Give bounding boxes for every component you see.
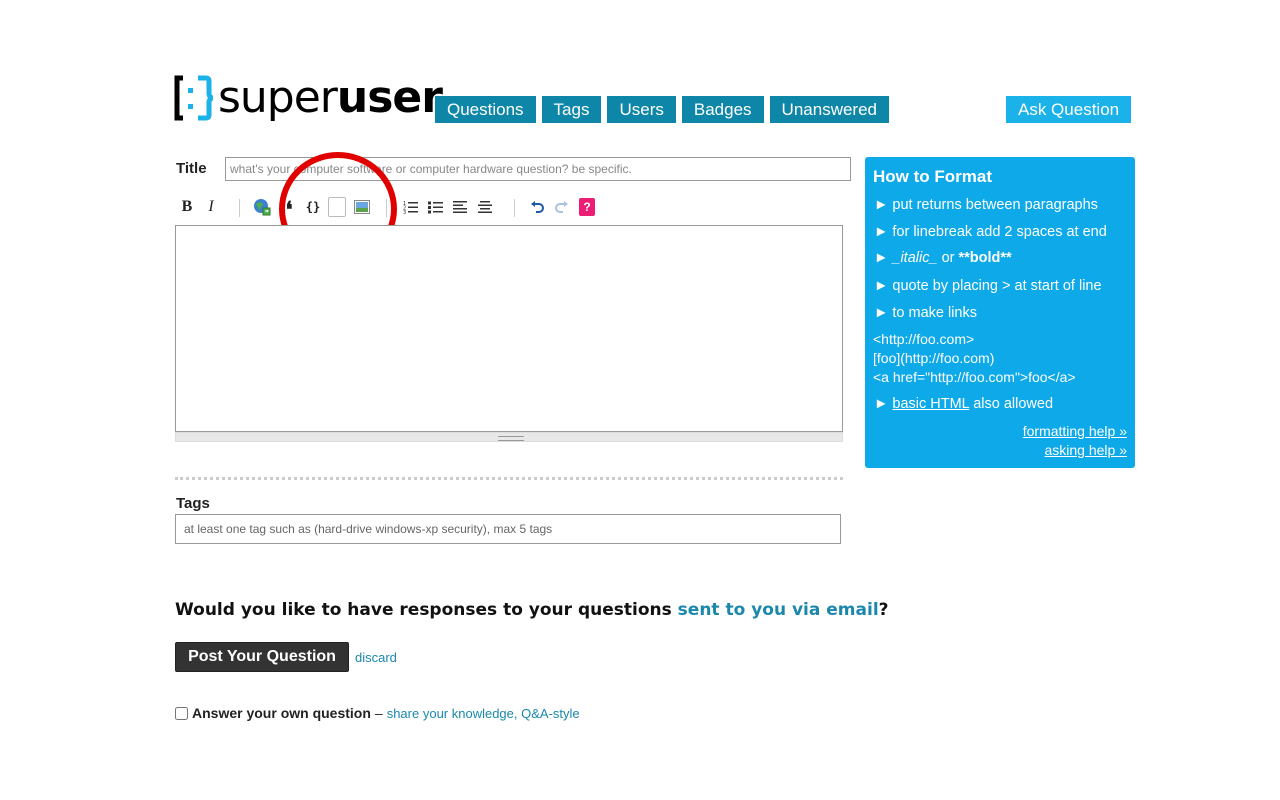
help-item: ► to make links — [874, 305, 977, 321]
bullet-list-icon — [428, 201, 443, 214]
help-bold-example: **bold** — [958, 250, 1012, 266]
title-label: Title — [176, 160, 207, 177]
email-notification-prompt: Would you like to have responses to your… — [175, 600, 889, 620]
help-bullet: ► — [874, 250, 889, 266]
formatting-help-link[interactable]: formatting help » — [1023, 423, 1127, 439]
help-link-examples: <http://foo.com> [foo](http://foo.com) <… — [873, 330, 1076, 387]
tags-input[interactable] — [175, 514, 841, 544]
answer-own-dash: – — [374, 705, 383, 721]
help-links: formatting help » asking help » — [1023, 422, 1127, 460]
svg-text:3: 3 — [403, 210, 406, 214]
globe-link-icon — [254, 199, 271, 216]
help-html-suffix: also allowed — [973, 396, 1054, 412]
tags-label: Tags — [176, 495, 210, 512]
bullet-list-button[interactable] — [425, 195, 447, 219]
email-question-text: Would you like to have responses to your… — [175, 600, 672, 620]
question-body-editor[interactable] — [175, 225, 843, 432]
help-or: or — [941, 250, 955, 266]
bold-button[interactable]: B — [176, 195, 198, 219]
nav-tags[interactable]: Tags — [541, 96, 602, 123]
ordered-list-button[interactable]: 1 2 3 — [400, 195, 422, 219]
nav-users[interactable]: Users — [607, 96, 676, 123]
how-to-format-panel: How to Format ► put returns between para… — [865, 157, 1135, 468]
help-item: ► for linebreak add 2 spaces at end — [874, 224, 1107, 240]
logo-text-bold: user — [336, 72, 443, 123]
asking-help-link[interactable]: asking help » — [1044, 442, 1127, 458]
basic-html-link[interactable]: basic HTML — [892, 396, 969, 412]
help-italic-example: _italic_ — [892, 250, 938, 266]
redo-button[interactable] — [551, 195, 573, 219]
site-logo[interactable]: superuser — [174, 72, 443, 130]
answer-own-label[interactable]: Answer your own question — [192, 705, 371, 721]
answer-own-row: Answer your own question – share your kn… — [175, 705, 580, 721]
heading-button[interactable] — [450, 195, 472, 219]
email-question-suffix: ? — [878, 600, 889, 620]
answer-own-checkbox[interactable] — [175, 706, 188, 720]
logo-bracket-icon — [174, 75, 214, 121]
help-item: ► quote by placing > at start of line — [874, 278, 1102, 294]
editor-resize-grip[interactable] — [175, 432, 843, 442]
post-question-button[interactable]: Post Your Question — [175, 642, 349, 672]
horizontal-rule-button[interactable] — [475, 195, 497, 219]
redo-icon — [555, 201, 568, 213]
logo-text-light: super — [218, 72, 338, 123]
help-code-line: <a href="http://foo.com">foo</a> — [873, 369, 1076, 385]
help-code-line: [foo](http://foo.com) — [873, 350, 995, 366]
ask-question-button[interactable]: Ask Question — [1006, 96, 1132, 123]
help-item-html: ► basic HTML also allowed — [874, 396, 1053, 412]
help-code-line: <http://foo.com> — [873, 331, 975, 347]
nav-badges[interactable]: Badges — [681, 96, 764, 123]
help-item: ► put returns between paragraphs — [874, 197, 1098, 213]
help-item-italic-bold: ► _italic_ or **bold** — [874, 250, 1012, 266]
horizontal-rule-icon — [478, 201, 492, 213]
help-icon: ? — [579, 198, 595, 216]
heading-icon — [453, 201, 467, 213]
nav-unanswered[interactable]: Unanswered — [769, 96, 889, 123]
dotted-divider — [175, 477, 843, 480]
toolbar-divider — [514, 199, 515, 217]
undo-icon — [531, 201, 544, 213]
help-panel-title: How to Format — [873, 167, 992, 186]
share-knowledge-link[interactable]: share your knowledge, Q&A-style — [387, 706, 580, 721]
main-nav: Questions Tags Users Badges Unanswered — [435, 96, 889, 123]
logo-text: superuser — [218, 72, 443, 123]
discard-link[interactable]: discard — [355, 650, 397, 665]
email-link[interactable]: sent to you via email — [678, 600, 879, 620]
help-bullet: ► — [874, 396, 889, 412]
help-button[interactable]: ? — [576, 195, 598, 219]
toolbar-divider — [239, 199, 240, 217]
nav-questions[interactable]: Questions — [435, 96, 536, 123]
italic-icon: I — [208, 198, 214, 215]
numbered-list-icon: 1 2 3 — [403, 201, 418, 214]
link-button[interactable] — [251, 195, 273, 219]
editor-toolbar: B I ❛ {} 1 2 3 ? — [176, 195, 836, 221]
italic-button[interactable]: I — [200, 195, 222, 219]
bold-icon: B — [181, 198, 193, 215]
undo-button[interactable] — [526, 195, 548, 219]
